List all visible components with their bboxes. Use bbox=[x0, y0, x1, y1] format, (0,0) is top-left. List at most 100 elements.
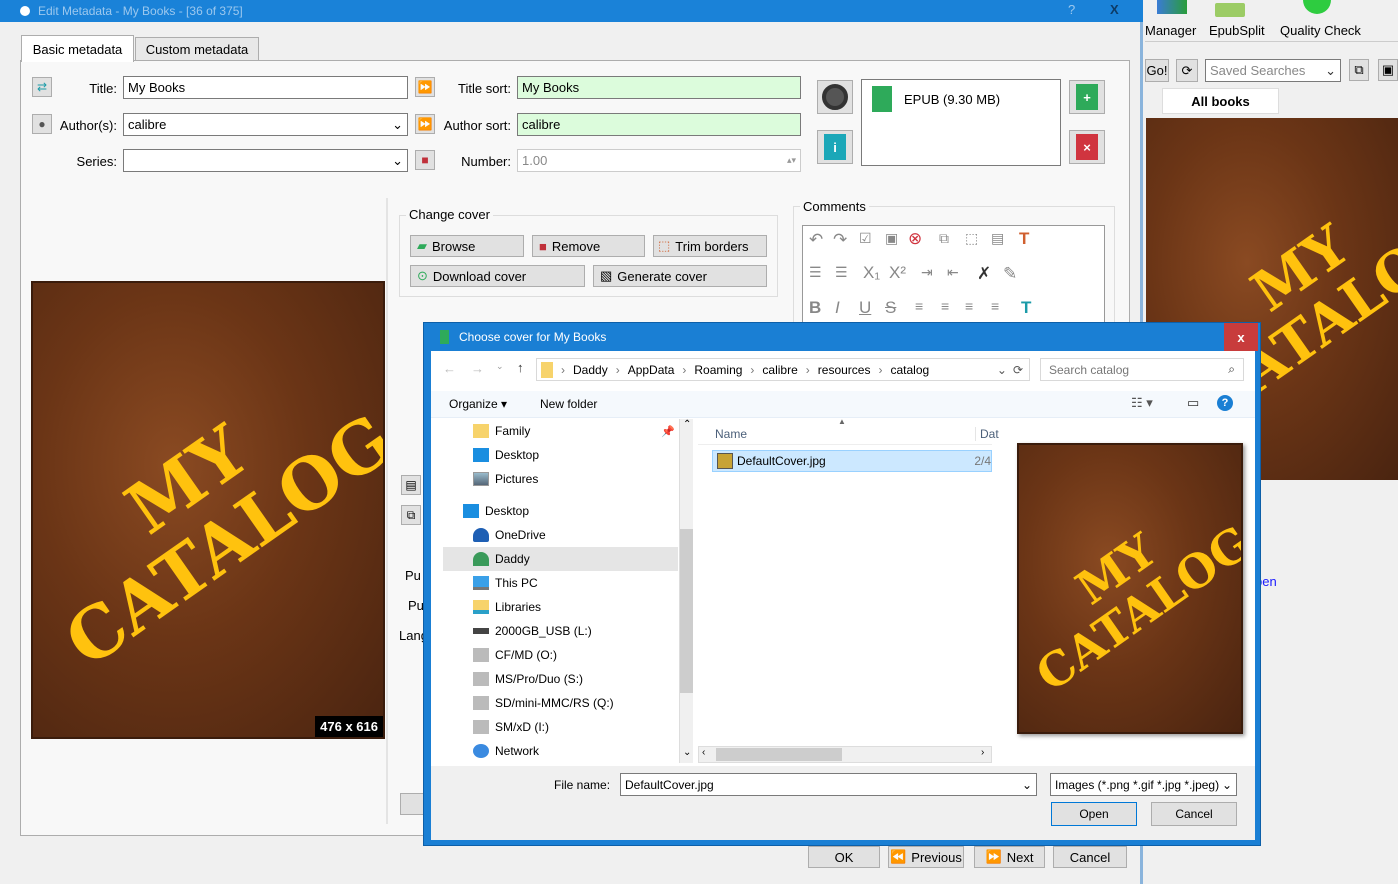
nav-scrollbar[interactable]: ⌃ ⌄ bbox=[679, 419, 693, 763]
paste-identifier-button[interactable]: ▤ bbox=[401, 475, 421, 495]
series-select[interactable]: ⌄ bbox=[123, 149, 408, 172]
breadcrumb-separator-icon[interactable]: › bbox=[878, 363, 882, 377]
toolbar-quality-check[interactable]: Quality Check bbox=[1280, 23, 1361, 38]
insert-link-icon[interactable]: ✗ bbox=[977, 264, 991, 284]
toolbar-epubsplit[interactable]: EpubSplit bbox=[1209, 23, 1265, 38]
file-dialog-close-button[interactable]: x bbox=[1224, 323, 1258, 351]
address-bar[interactable]: › Daddy › AppData › Roaming › calibre › resources… bbox=[536, 358, 1030, 381]
redo-icon[interactable]: ↷ bbox=[833, 230, 847, 250]
nav-item[interactable]: OneDrive bbox=[443, 523, 678, 547]
scroll-up-icon[interactable]: ⌃ bbox=[683, 419, 691, 430]
open-button[interactable]: Open bbox=[1051, 802, 1137, 826]
remove-format-icon[interactable]: ⊗ bbox=[908, 229, 922, 249]
subscript-icon[interactable]: X₁ bbox=[863, 263, 880, 283]
forward-icon[interactable]: → bbox=[471, 361, 484, 376]
superscript-icon[interactable]: X² bbox=[889, 263, 906, 283]
saved-searches-select[interactable]: Saved Searches ⌄ bbox=[1205, 59, 1341, 82]
breadcrumb-separator-icon[interactable]: › bbox=[616, 363, 620, 377]
splitter[interactable] bbox=[386, 198, 388, 824]
generate-cover-button[interactable]: ▧ Generate cover bbox=[593, 265, 767, 287]
copy-icon[interactable]: ⧉ bbox=[939, 230, 949, 247]
nav-item[interactable]: SD/mini-MMC/RS (Q:) bbox=[443, 691, 678, 715]
new-folder-button[interactable]: New folder bbox=[540, 397, 597, 411]
swap-title-author-button[interactable]: ⇄ bbox=[32, 77, 52, 97]
search-input[interactable]: Search catalog ⌕ bbox=[1040, 358, 1244, 381]
nav-item[interactable]: SM/xD (I:) bbox=[443, 715, 678, 739]
align-left-icon[interactable]: ≡ bbox=[915, 298, 923, 314]
save-search-button[interactable]: ▣ bbox=[1378, 59, 1398, 81]
breadcrumb-item[interactable]: Daddy bbox=[573, 363, 608, 377]
manage-authors-button[interactable]: ● bbox=[32, 114, 52, 134]
title-sort-auto-button[interactable]: ⏩ bbox=[415, 77, 435, 97]
cut-icon[interactable]: ⬚ bbox=[965, 230, 978, 247]
title-sort-input[interactable]: My Books bbox=[517, 76, 801, 99]
nav-item[interactable]: Network bbox=[443, 739, 678, 763]
author-sort-auto-button[interactable]: ⏩ bbox=[415, 114, 435, 134]
outdent-icon[interactable]: ⇤ bbox=[947, 264, 959, 281]
format-item[interactable]: EPUB (9.30 MB) bbox=[904, 92, 1000, 107]
clear-icon[interactable]: ▣ bbox=[885, 230, 898, 247]
back-icon[interactable]: ← bbox=[443, 361, 456, 376]
breadcrumb-separator-icon[interactable]: › bbox=[682, 363, 686, 377]
breadcrumb-item[interactable]: resources bbox=[818, 363, 871, 377]
tab-custom-metadata[interactable]: Custom metadata bbox=[135, 37, 259, 61]
cancel-button[interactable]: Cancel bbox=[1053, 846, 1127, 868]
remove-format-button[interactable]: × bbox=[1069, 130, 1105, 164]
breadcrumb-separator-icon[interactable]: › bbox=[561, 363, 565, 377]
remove-link-icon[interactable]: ✎ bbox=[1003, 264, 1017, 284]
breadcrumb-separator-icon[interactable]: › bbox=[806, 363, 810, 377]
indent-icon[interactable]: ⇥ bbox=[921, 264, 933, 281]
column-name[interactable]: Name bbox=[715, 427, 747, 441]
breadcrumb-separator-icon[interactable]: › bbox=[750, 363, 754, 377]
nav-item[interactable]: This PC bbox=[443, 571, 678, 595]
file-cancel-button[interactable]: Cancel bbox=[1151, 802, 1237, 826]
chevron-down-icon[interactable]: ⌄ bbox=[997, 363, 1007, 377]
download-cover-button[interactable]: ⊙ Download cover bbox=[410, 265, 585, 287]
nav-item[interactable]: Desktop bbox=[443, 443, 678, 467]
hscroll-thumb[interactable] bbox=[716, 748, 842, 761]
tab-all-books[interactable]: All books bbox=[1162, 88, 1279, 114]
view-options-icon[interactable]: ☷ ▾ bbox=[1131, 395, 1153, 411]
nav-item[interactable]: Pictures bbox=[443, 467, 678, 491]
trim-borders-button[interactable]: ⬚ Trim borders bbox=[653, 235, 767, 257]
text-color-icon[interactable]: T bbox=[1019, 229, 1029, 249]
paste-icon[interactable]: ▤ bbox=[991, 230, 1004, 247]
select-all-icon[interactable]: ☑ bbox=[859, 230, 872, 247]
breadcrumb-item[interactable]: Roaming bbox=[694, 363, 742, 377]
underline-icon[interactable]: U bbox=[859, 298, 871, 318]
breadcrumb-item[interactable]: calibre bbox=[762, 363, 797, 377]
tab-basic-metadata[interactable]: Basic metadata bbox=[21, 35, 134, 62]
spinner-arrows-icon[interactable]: ▴▾ bbox=[787, 155, 796, 166]
book-info-button[interactable]: i bbox=[817, 130, 853, 164]
undo-icon[interactable]: ↶ bbox=[809, 230, 823, 250]
strikethrough-icon[interactable]: S bbox=[885, 298, 896, 318]
file-name-input[interactable]: DefaultCover.jpg ⌄ bbox=[620, 773, 1037, 796]
file-row[interactable]: DefaultCover.jpg 2/4 bbox=[712, 450, 992, 472]
align-center-icon[interactable]: ≡ bbox=[941, 298, 949, 314]
next-button[interactable]: ⏩ Next bbox=[974, 846, 1045, 868]
italic-icon[interactable]: I bbox=[835, 298, 840, 318]
nav-item[interactable]: Daddy bbox=[443, 547, 678, 571]
clear-series-button[interactable]: ■ bbox=[415, 150, 435, 170]
breadcrumb-item[interactable]: AppData bbox=[628, 363, 675, 377]
unordered-list-icon[interactable]: ☰ bbox=[835, 264, 848, 281]
refresh-icon[interactable]: ⟳ bbox=[1013, 363, 1023, 377]
toolbar-manager[interactable]: Manager bbox=[1145, 23, 1196, 38]
help-icon[interactable]: ? bbox=[1217, 395, 1233, 411]
series-number-spinner[interactable]: 1.00 ▴▾ bbox=[517, 149, 801, 172]
scroll-down-icon[interactable]: ⌄ bbox=[683, 747, 691, 758]
view-book-button[interactable] bbox=[817, 80, 853, 114]
file-list-hscrollbar[interactable]: ‹ › bbox=[698, 746, 992, 763]
preview-pane-icon[interactable]: ▭ bbox=[1187, 395, 1199, 411]
title-input[interactable]: My Books bbox=[123, 76, 408, 99]
nav-item[interactable]: 2000GB_USB (L:) bbox=[443, 619, 678, 643]
go-button[interactable]: Go! bbox=[1145, 59, 1169, 82]
column-date[interactable]: Dat bbox=[975, 427, 999, 441]
close-button[interactable]: X bbox=[1110, 2, 1119, 17]
nav-item[interactable]: CF/MD (O:) bbox=[443, 643, 678, 667]
ordered-list-icon[interactable]: ☰ bbox=[809, 264, 822, 281]
browse-button[interactable]: ▰ Browse bbox=[410, 235, 524, 257]
recent-dropdown-icon[interactable]: ⌄ bbox=[496, 361, 504, 372]
justify-icon[interactable]: ≡ bbox=[991, 298, 999, 314]
background-color-icon[interactable]: T bbox=[1021, 298, 1031, 318]
